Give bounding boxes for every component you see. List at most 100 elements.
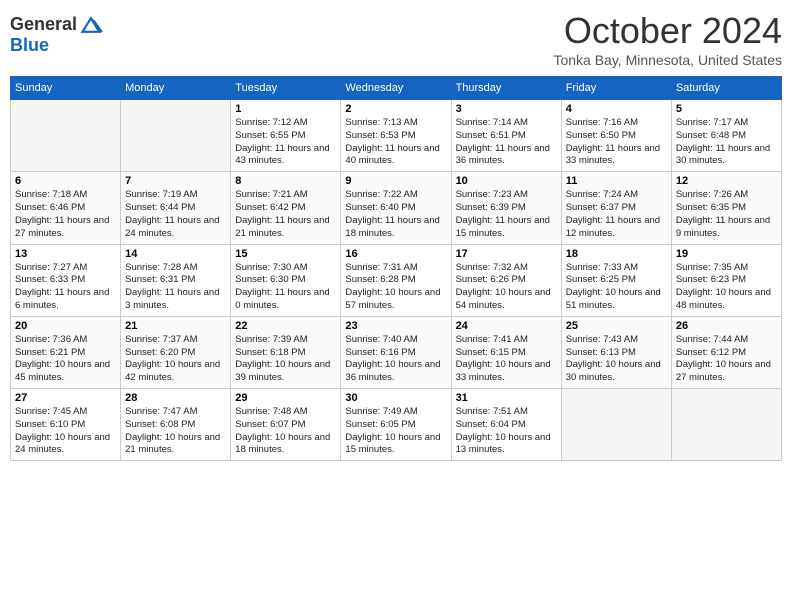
calendar-table: SundayMondayTuesdayWednesdayThursdayFrid… — [10, 76, 782, 461]
cell-info: Sunrise: 7:35 AMSunset: 6:23 PMDaylight:… — [676, 262, 777, 313]
calendar-cell: 19 Sunrise: 7:35 AMSunset: 6:23 PMDayligh… — [671, 244, 781, 316]
cell-info: Sunrise: 7:48 AMSunset: 6:07 PMDaylight:… — [235, 406, 336, 457]
cell-info: Sunrise: 7:44 AMSunset: 6:12 PMDaylight:… — [676, 334, 777, 385]
col-header-monday: Monday — [121, 77, 231, 100]
day-number: 17 — [456, 248, 557, 260]
cell-info: Sunrise: 7:23 AMSunset: 6:39 PMDaylight:… — [456, 189, 557, 240]
day-number: 21 — [125, 320, 226, 332]
cell-info: Sunrise: 7:37 AMSunset: 6:20 PMDaylight:… — [125, 334, 226, 385]
day-number: 13 — [15, 248, 116, 260]
cell-info: Sunrise: 7:32 AMSunset: 6:26 PMDaylight:… — [456, 262, 557, 313]
logo: General Blue — [10, 14, 103, 56]
cell-info: Sunrise: 7:12 AMSunset: 6:55 PMDaylight:… — [235, 117, 336, 168]
calendar-cell: 17 Sunrise: 7:32 AMSunset: 6:26 PMDayligh… — [451, 244, 561, 316]
cell-info: Sunrise: 7:40 AMSunset: 6:16 PMDaylight:… — [345, 334, 446, 385]
calendar-cell: 22 Sunrise: 7:39 AMSunset: 6:18 PMDayligh… — [231, 316, 341, 388]
calendar-cell: 31Sunrise: 7:51 AMSunset: 6:04 PMDayligh… — [451, 389, 561, 461]
day-number: 3 — [456, 103, 557, 115]
day-number: 26 — [676, 320, 777, 332]
calendar-cell: 20 Sunrise: 7:36 AMSunset: 6:21 PMDayligh… — [11, 316, 121, 388]
calendar-cell: 3 Sunrise: 7:14 AMSunset: 6:51 PMDaylight… — [451, 100, 561, 172]
calendar-cell: 4 Sunrise: 7:16 AMSunset: 6:50 PMDaylight… — [561, 100, 671, 172]
logo-icon — [79, 16, 103, 34]
col-header-saturday: Saturday — [671, 77, 781, 100]
day-number: 10 — [456, 175, 557, 187]
day-number: 18 — [566, 248, 667, 260]
calendar-cell — [11, 100, 121, 172]
cell-info: Sunrise: 7:14 AMSunset: 6:51 PMDaylight:… — [456, 117, 557, 168]
day-number: 5 — [676, 103, 777, 115]
calendar-cell: 12Sunrise: 7:26 AMSunset: 6:35 PMDayligh… — [671, 172, 781, 244]
calendar-cell: 1 Sunrise: 7:12 AMSunset: 6:55 PMDaylight… — [231, 100, 341, 172]
cell-info: Sunrise: 7:41 AMSunset: 6:15 PMDaylight:… — [456, 334, 557, 385]
col-header-tuesday: Tuesday — [231, 77, 341, 100]
day-number: 14 — [125, 248, 226, 260]
calendar-cell: 28Sunrise: 7:47 AMSunset: 6:08 PMDayligh… — [121, 389, 231, 461]
col-header-sunday: Sunday — [11, 77, 121, 100]
cell-info: Sunrise: 7:30 AMSunset: 6:30 PMDaylight:… — [235, 262, 336, 313]
cell-info: Sunrise: 7:51 AMSunset: 6:04 PMDaylight:… — [456, 406, 557, 457]
calendar-cell: 13Sunrise: 7:27 AMSunset: 6:33 PMDayligh… — [11, 244, 121, 316]
calendar-cell: 10 Sunrise: 7:23 AMSunset: 6:39 PMDayligh… — [451, 172, 561, 244]
cell-info: Sunrise: 7:36 AMSunset: 6:21 PMDaylight:… — [15, 334, 116, 385]
day-number: 6 — [15, 175, 116, 187]
day-number: 9 — [345, 175, 446, 187]
calendar-cell: 24 Sunrise: 7:41 AMSunset: 6:15 PMDayligh… — [451, 316, 561, 388]
calendar-week-row: 20 Sunrise: 7:36 AMSunset: 6:21 PMDayligh… — [11, 316, 782, 388]
day-number: 8 — [235, 175, 336, 187]
calendar-week-row: 13Sunrise: 7:27 AMSunset: 6:33 PMDayligh… — [11, 244, 782, 316]
calendar-week-row: 1 Sunrise: 7:12 AMSunset: 6:55 PMDaylight… — [11, 100, 782, 172]
cell-info: Sunrise: 7:28 AMSunset: 6:31 PMDaylight:… — [125, 262, 226, 313]
day-number: 25 — [566, 320, 667, 332]
calendar-cell: 23 Sunrise: 7:40 AMSunset: 6:16 PMDayligh… — [341, 316, 451, 388]
calendar-cell: 7 Sunrise: 7:19 AMSunset: 6:44 PMDaylight… — [121, 172, 231, 244]
logo-blue: Blue — [10, 35, 49, 55]
location: Tonka Bay, Minnesota, United States — [553, 52, 782, 68]
calendar-cell: 26 Sunrise: 7:44 AMSunset: 6:12 PMDayligh… — [671, 316, 781, 388]
day-number: 19 — [676, 248, 777, 260]
calendar-cell: 18Sunrise: 7:33 AMSunset: 6:25 PMDayligh… — [561, 244, 671, 316]
day-number: 30 — [345, 392, 446, 404]
month-title: October 2024 — [553, 10, 782, 52]
day-number: 22 — [235, 320, 336, 332]
calendar-cell: 21 Sunrise: 7:37 AMSunset: 6:20 PMDayligh… — [121, 316, 231, 388]
cell-info: Sunrise: 7:19 AMSunset: 6:44 PMDaylight:… — [125, 189, 226, 240]
cell-info: Sunrise: 7:45 AMSunset: 6:10 PMDaylight:… — [15, 406, 116, 457]
day-number: 4 — [566, 103, 667, 115]
cell-info: Sunrise: 7:39 AMSunset: 6:18 PMDaylight:… — [235, 334, 336, 385]
calendar-week-row: 6Sunrise: 7:18 AMSunset: 6:46 PMDaylight… — [11, 172, 782, 244]
cell-info: Sunrise: 7:49 AMSunset: 6:05 PMDaylight:… — [345, 406, 446, 457]
calendar-week-row: 27 Sunrise: 7:45 AMSunset: 6:10 PMDayligh… — [11, 389, 782, 461]
cell-info: Sunrise: 7:21 AMSunset: 6:42 PMDaylight:… — [235, 189, 336, 240]
calendar-cell — [671, 389, 781, 461]
calendar-cell: 8 Sunrise: 7:21 AMSunset: 6:42 PMDaylight… — [231, 172, 341, 244]
calendar-header-row: SundayMondayTuesdayWednesdayThursdayFrid… — [11, 77, 782, 100]
col-header-friday: Friday — [561, 77, 671, 100]
day-number: 11 — [566, 175, 667, 187]
cell-info: Sunrise: 7:24 AMSunset: 6:37 PMDaylight:… — [566, 189, 667, 240]
cell-info: Sunrise: 7:16 AMSunset: 6:50 PMDaylight:… — [566, 117, 667, 168]
day-number: 2 — [345, 103, 446, 115]
col-header-thursday: Thursday — [451, 77, 561, 100]
day-number: 15 — [235, 248, 336, 260]
cell-info: Sunrise: 7:22 AMSunset: 6:40 PMDaylight:… — [345, 189, 446, 240]
day-number: 16 — [345, 248, 446, 260]
day-number: 29 — [235, 392, 336, 404]
title-area: October 2024 Tonka Bay, Minnesota, Unite… — [553, 10, 782, 68]
cell-info: Sunrise: 7:31 AMSunset: 6:28 PMDaylight:… — [345, 262, 446, 313]
calendar-cell: 11 Sunrise: 7:24 AMSunset: 6:37 PMDayligh… — [561, 172, 671, 244]
day-number: 27 — [15, 392, 116, 404]
col-header-wednesday: Wednesday — [341, 77, 451, 100]
day-number: 7 — [125, 175, 226, 187]
calendar-cell: 14 Sunrise: 7:28 AMSunset: 6:31 PMDayligh… — [121, 244, 231, 316]
day-number: 1 — [235, 103, 336, 115]
calendar-cell: 27 Sunrise: 7:45 AMSunset: 6:10 PMDayligh… — [11, 389, 121, 461]
calendar-cell: 29 Sunrise: 7:48 AMSunset: 6:07 PMDayligh… — [231, 389, 341, 461]
day-number: 24 — [456, 320, 557, 332]
cell-info: Sunrise: 7:17 AMSunset: 6:48 PMDaylight:… — [676, 117, 777, 168]
calendar-cell: 25Sunrise: 7:43 AMSunset: 6:13 PMDayligh… — [561, 316, 671, 388]
day-number: 28 — [125, 392, 226, 404]
day-number: 23 — [345, 320, 446, 332]
day-number: 20 — [15, 320, 116, 332]
calendar-cell: 6Sunrise: 7:18 AMSunset: 6:46 PMDaylight… — [11, 172, 121, 244]
